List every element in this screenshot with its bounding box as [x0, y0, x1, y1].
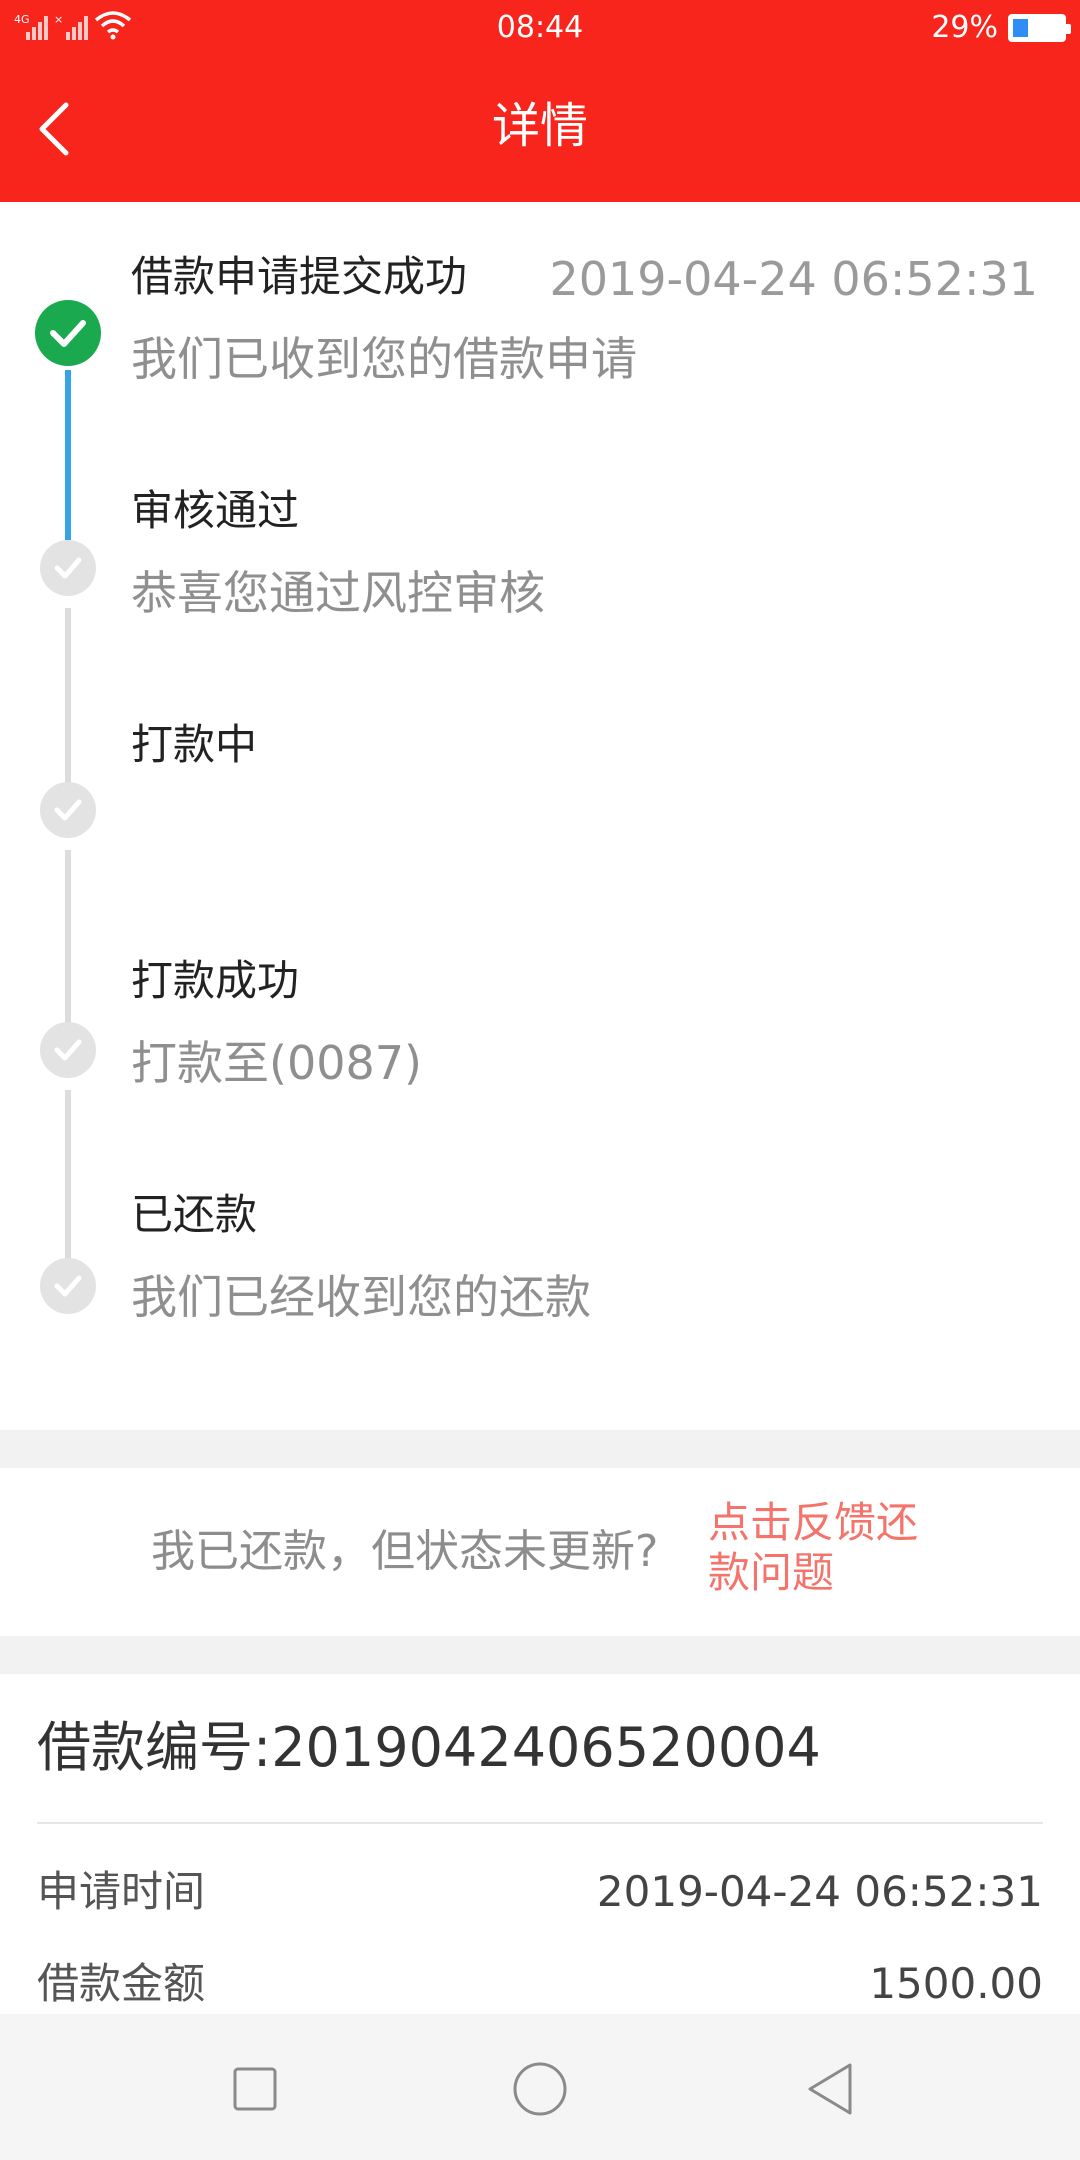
info-label: 申请时间	[37, 1867, 206, 1916]
feedback-link[interactable]: 点击反馈还款问题	[708, 1498, 948, 1598]
step-title: 借款申请提交成功	[131, 252, 468, 301]
check-icon	[40, 540, 96, 596]
timeline-connector	[65, 608, 71, 784]
timeline-connector	[65, 370, 71, 540]
info-value: 2019-04-24 06:52:31	[596, 1867, 1043, 1916]
check-icon	[40, 782, 96, 838]
triangle-back-icon	[808, 2063, 852, 2115]
info-row: 申请时间 2019-04-24 06:52:31	[37, 1864, 1043, 1924]
battery-area: 29%	[931, 10, 1071, 46]
info-value: 1500.00	[869, 1959, 1043, 2008]
battery-percent: 29%	[931, 10, 998, 45]
check-icon	[40, 1022, 96, 1078]
recent-apps-button[interactable]	[210, 2044, 300, 2134]
step-title: 打款中	[131, 720, 258, 769]
page-title: 详情	[491, 98, 588, 154]
app-header: 详情	[0, 56, 1080, 202]
timeline-connector	[65, 850, 71, 1026]
check-icon	[35, 300, 101, 366]
step-description: 恭喜您通过风控审核	[131, 566, 545, 620]
step-description: 我们已经收到您的还款	[131, 1270, 591, 1324]
step-title: 打款成功	[131, 956, 300, 1005]
battery-level	[1013, 19, 1029, 37]
system-back-button[interactable]	[785, 2044, 875, 2134]
step-description: 打款至(0087)	[131, 1036, 422, 1090]
repayment-feedback: 我已还款，但状态未更新? 点击反馈还款问题	[0, 1468, 1080, 1636]
system-nav-bar	[0, 2014, 1080, 2160]
step-description: 我们已收到您的借款申请	[131, 332, 637, 386]
home-button[interactable]	[495, 2044, 585, 2134]
clock: 08:44	[496, 10, 584, 45]
check-icon	[40, 1258, 96, 1314]
progress-timeline: 借款申请提交成功 2019-04-24 06:52:31 我们已收到您的借款申请…	[0, 202, 1080, 1430]
battery-icon	[1008, 14, 1071, 42]
circle-icon	[513, 2062, 567, 2116]
loan-number: 借款编号:2019042406520004	[37, 1716, 821, 1779]
info-row: 借款金额 1500.00	[37, 1956, 1043, 2016]
loan-info-card: 借款编号:2019042406520004 申请时间 2019-04-24 06…	[0, 1674, 1080, 2014]
info-label: 借款金额	[37, 1959, 206, 2008]
step-title: 已还款	[131, 1190, 258, 1239]
step-title: 审核通过	[131, 486, 300, 535]
step-time: 2019-04-24 06:52:31	[549, 252, 1038, 306]
feedback-question: 我已还款，但状态未更新?	[151, 1526, 659, 1577]
divider	[37, 1822, 1043, 1824]
timeline-connector	[65, 1090, 71, 1266]
square-icon	[233, 2067, 277, 2111]
status-bar: 4G × 08:44 29%	[0, 0, 1080, 56]
